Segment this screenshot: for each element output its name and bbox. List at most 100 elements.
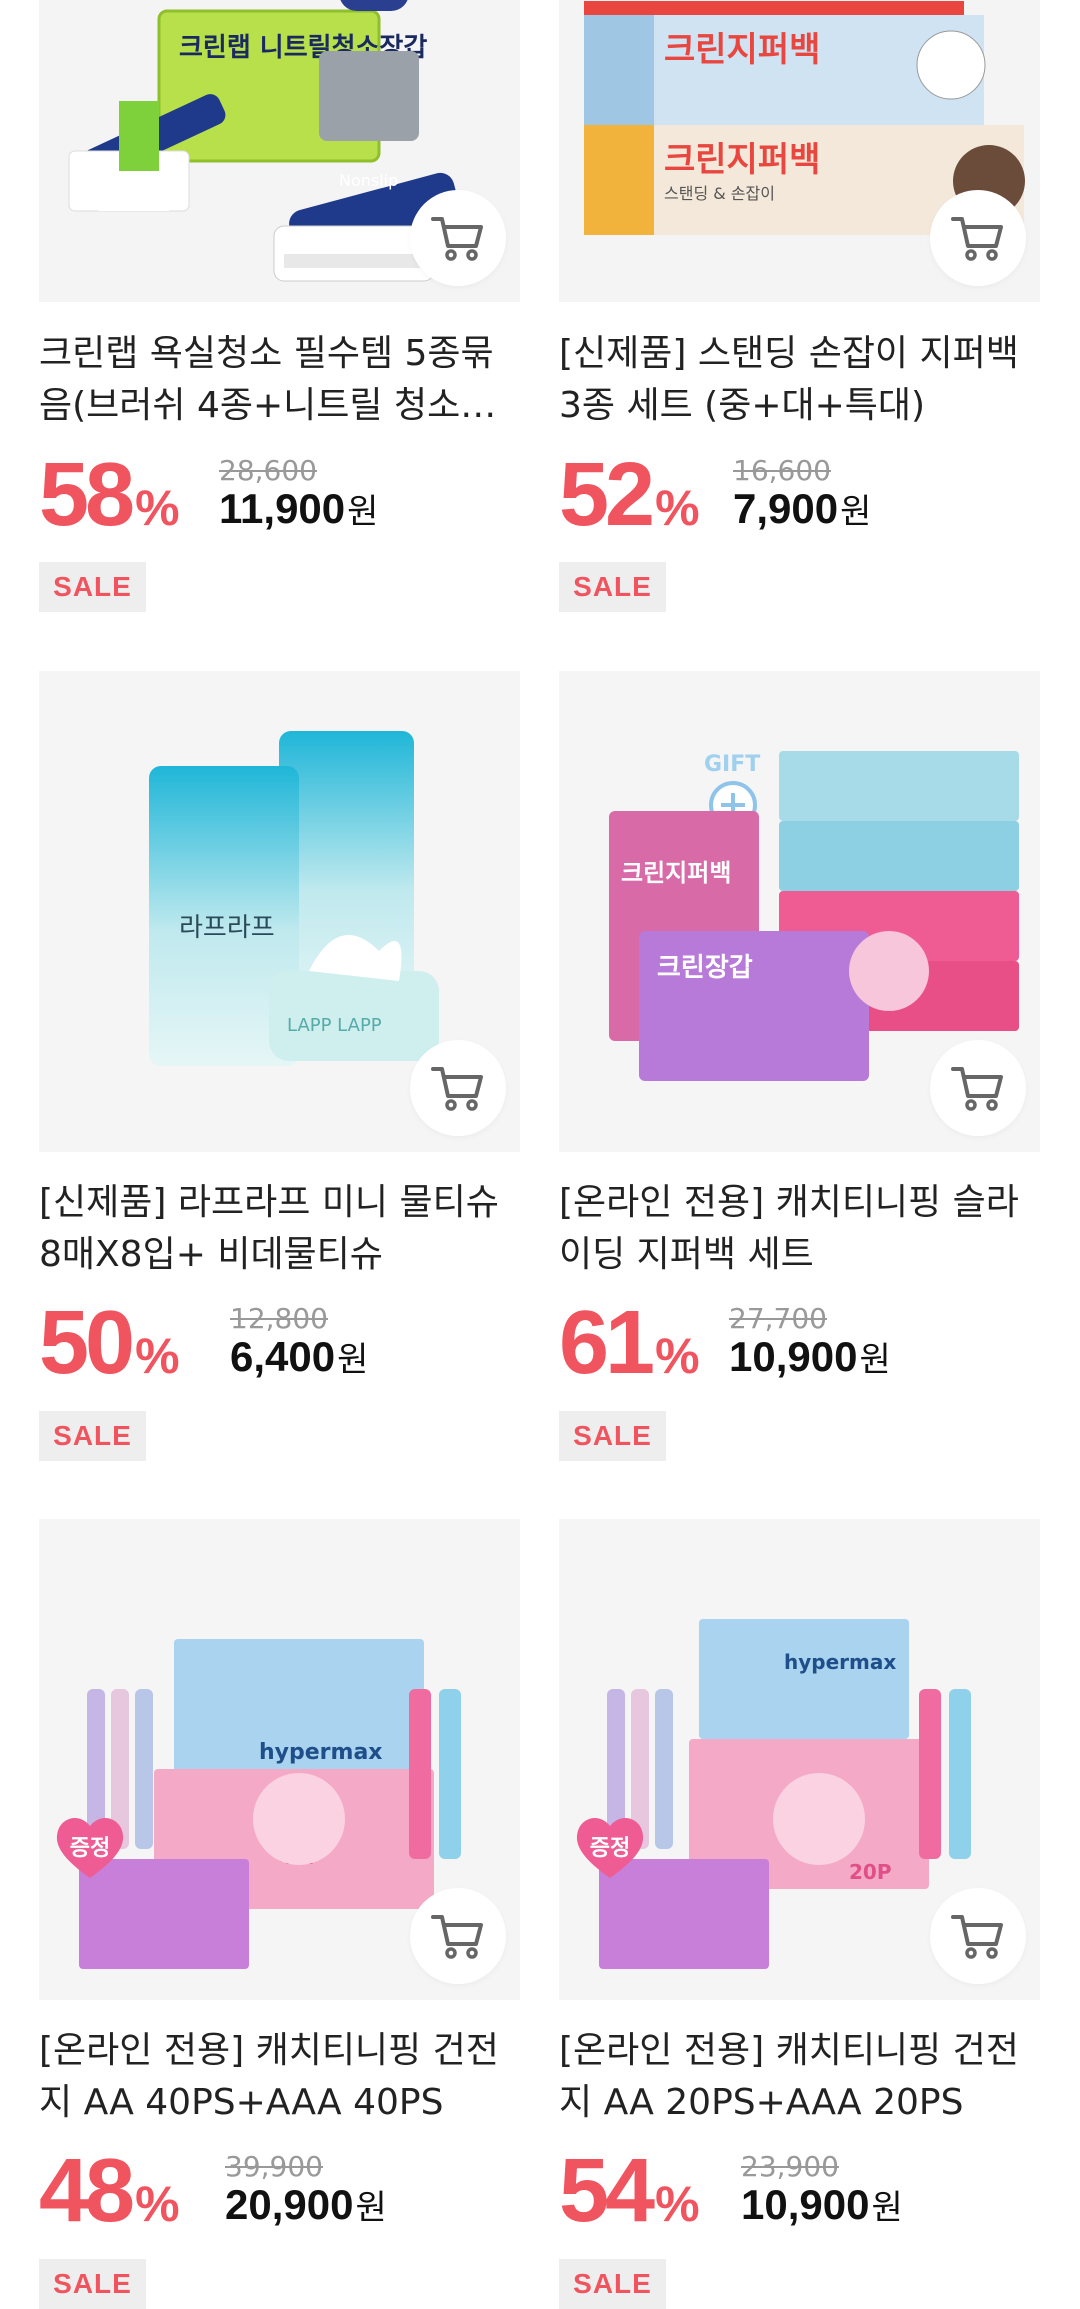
discount-rate: 61% <box>559 1298 700 1414</box>
original-price: 12,800 <box>230 1302 328 1335</box>
gift-badge: 증정 <box>573 1812 647 1882</box>
currency-label: 원 <box>337 1341 369 1379</box>
add-to-cart-button[interactable] <box>410 190 506 286</box>
product-image[interactable]: 크린랩 니트릴청소장갑 Nonslip <box>39 0 520 302</box>
sale-price-value: 11,900 <box>219 485 346 532</box>
discount-value: 58 <box>39 445 135 545</box>
original-price: 39,900 <box>225 2150 323 2183</box>
price-row: 48% 39,900 20,900원 <box>39 2146 520 2236</box>
discount-value: 50 <box>39 1293 135 1393</box>
original-price: 23,900 <box>741 2150 839 2183</box>
sale-price-value: 6,400 <box>230 1333 336 1380</box>
discount-value: 61 <box>559 1293 655 1393</box>
add-to-cart-button[interactable] <box>930 1888 1026 1984</box>
discount-value: 54 <box>559 2141 655 2241</box>
discount-rate: 50% <box>39 1298 180 1414</box>
currency-label: 원 <box>840 493 872 531</box>
add-to-cart-button[interactable] <box>930 1040 1026 1136</box>
product-card[interactable]: hypermax 20P 증정 [온라인 전용] 캐치티니핑 건전지 AA 20… <box>559 1519 1040 2309</box>
discount-percent: % <box>135 480 180 536</box>
product-card[interactable]: GIFT 크린지퍼백 크린장갑 [온라인 전용] 캐치티니핑 슬라이딩 지퍼백 … <box>559 671 1040 1471</box>
product-card[interactable]: 크린지퍼백 크린지퍼백 스탠딩 & 손잡이 [신제품] 스탠딩 손잡이 지퍼백 … <box>559 0 1040 620</box>
product-image[interactable]: hypermax 40P 증정 <box>39 1519 520 2000</box>
discount-rate: 48% <box>39 2146 180 2262</box>
product-title[interactable]: [온라인 전용] 캐치티니핑 건전지 AA 40PS+AAA 40PS <box>39 2025 520 2129</box>
image-label-2: 크린지퍼백 <box>664 140 820 180</box>
discount-percent: % <box>655 1328 700 1384</box>
image-label: 크린지퍼백 <box>621 859 731 887</box>
discount-rate: 52% <box>559 450 700 566</box>
image-label: 라프라프 <box>179 913 275 943</box>
product-title[interactable]: [신제품] 라프라프 미니 물티슈 8매X8입+ 비데물티슈 <box>39 1177 520 1281</box>
sale-price: 20,900원 <box>225 2180 387 2229</box>
image-sub: Nonslip <box>339 171 398 190</box>
product-image[interactable]: 크린지퍼백 크린지퍼백 스탠딩 & 손잡이 <box>559 0 1040 302</box>
image-sub: 20P <box>849 1860 892 1884</box>
original-price: 27,700 <box>729 1302 827 1335</box>
cart-icon <box>431 1915 483 1959</box>
sale-badge: SALE <box>39 562 146 612</box>
sale-price-value: 10,900 <box>741 2181 870 2228</box>
currency-label: 원 <box>871 2189 903 2227</box>
original-price: 16,600 <box>733 454 831 487</box>
sale-badge: SALE <box>39 1411 146 1461</box>
add-to-cart-button[interactable] <box>410 1040 506 1136</box>
product-card[interactable]: 크린랩 니트릴청소장갑 Nonslip 크린랩 욕실청소 필수템 5종묶음(브러… <box>39 0 520 620</box>
gift-badge-label: 증정 <box>69 1836 111 1861</box>
image-sub: 크린장갑 <box>657 953 753 983</box>
price-row: 61% 27,700 10,900원 <box>559 1298 1040 1388</box>
image-label: hypermax <box>784 1650 896 1674</box>
image-sub: LAPP LAPP <box>287 1015 382 1036</box>
price-row: 54% 23,900 10,900원 <box>559 2146 1040 2236</box>
cart-icon <box>431 217 483 261</box>
image-label: 크린지퍼백 <box>664 30 820 70</box>
sale-price: 10,900원 <box>729 1332 891 1381</box>
sale-price: 7,900원 <box>733 484 871 533</box>
sale-badge: SALE <box>39 2259 146 2309</box>
currency-label: 원 <box>347 493 379 531</box>
original-price: 28,600 <box>219 454 317 487</box>
discount-rate: 54% <box>559 2146 700 2262</box>
sale-badge: SALE <box>559 1411 666 1461</box>
sale-price-value: 7,900 <box>733 485 839 532</box>
product-image[interactable]: hypermax 20P 증정 <box>559 1519 1040 2000</box>
image-sub: 스탠딩 & 손잡이 <box>664 184 775 203</box>
cart-icon <box>951 217 1003 261</box>
price-row: 52% 16,600 7,900원 <box>559 450 1040 540</box>
cart-icon <box>951 1915 1003 1959</box>
add-to-cart-button[interactable] <box>410 1888 506 1984</box>
sale-price-value: 10,900 <box>729 1333 858 1380</box>
sale-price: 6,400원 <box>230 1332 368 1381</box>
product-image[interactable]: 라프라프 LAPP LAPP <box>39 671 520 1152</box>
discount-rate: 58% <box>39 450 180 566</box>
cart-icon <box>951 1067 1003 1111</box>
discount-value: 48 <box>39 2141 135 2241</box>
add-to-cart-button[interactable] <box>930 190 1026 286</box>
sale-badge: SALE <box>559 2259 666 2309</box>
product-image[interactable]: GIFT 크린지퍼백 크린장갑 <box>559 671 1040 1152</box>
product-card[interactable]: hypermax 40P 증정 <box>39 1519 520 2309</box>
product-title[interactable]: [온라인 전용] 캐치티니핑 슬라이딩 지퍼백 세트 <box>559 1177 1040 1281</box>
product-title[interactable]: 크린랩 욕실청소 필수템 5종묶음(브러쉬 4종+니트릴 청소장갑) <box>39 328 520 432</box>
discount-percent: % <box>135 2176 180 2232</box>
sale-price: 10,900원 <box>741 2180 903 2229</box>
product-title[interactable]: [온라인 전용] 캐치티니핑 건전지 AA 20PS+AAA 20PS <box>559 2025 1040 2129</box>
sale-price: 11,900원 <box>219 484 378 533</box>
discount-percent: % <box>135 1328 180 1384</box>
sale-price-value: 20,900 <box>225 2181 354 2228</box>
sale-badge: SALE <box>559 562 666 612</box>
product-grid: 크린랩 니트릴청소장갑 Nonslip 크린랩 욕실청소 필수템 5종묶음(브러… <box>0 0 1080 2309</box>
cart-icon <box>431 1067 483 1111</box>
gift-label: GIFT <box>704 752 760 777</box>
product-card[interactable]: 라프라프 LAPP LAPP [신제품] 라프라프 미니 물티슈 8매X8입+ … <box>39 671 520 1471</box>
price-row: 58% 28,600 11,900원 <box>39 450 520 540</box>
discount-percent: % <box>655 480 700 536</box>
gift-badge: 증정 <box>53 1812 127 1882</box>
currency-label: 원 <box>859 1341 891 1379</box>
product-title[interactable]: [신제품] 스탠딩 손잡이 지퍼백 3종 세트 (중+대+특대) <box>559 328 1040 432</box>
gift-badge-label: 증정 <box>589 1836 631 1861</box>
currency-label: 원 <box>355 2189 387 2227</box>
image-label: hypermax <box>259 1740 382 1765</box>
discount-percent: % <box>655 2176 700 2232</box>
price-row: 50% 12,800 6,400원 <box>39 1298 520 1388</box>
